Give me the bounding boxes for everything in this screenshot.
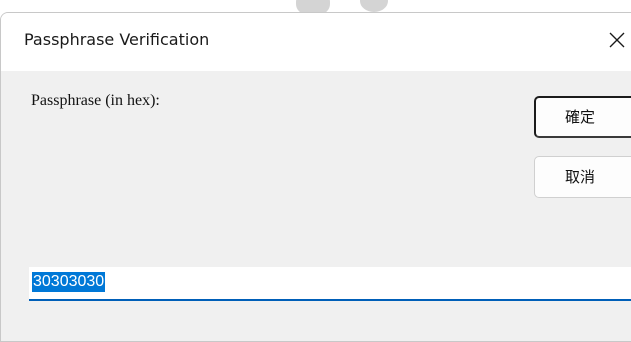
- passphrase-label: Passphrase (in hex):: [31, 92, 160, 109]
- passphrase-dialog: Passphrase Verification Passphrase (in h…: [0, 12, 631, 342]
- cancel-button[interactable]: 取消: [534, 156, 631, 198]
- ok-button[interactable]: 確定: [534, 96, 631, 138]
- close-icon: [609, 32, 625, 48]
- title-bar[interactable]: Passphrase Verification: [1, 13, 631, 71]
- passphrase-hex-input[interactable]: 30303030: [29, 267, 631, 301]
- dialog-title: Passphrase Verification: [24, 30, 210, 49]
- background-shape: [360, 0, 388, 12]
- selected-input-text: 30303030: [32, 272, 106, 292]
- close-button[interactable]: [597, 21, 631, 59]
